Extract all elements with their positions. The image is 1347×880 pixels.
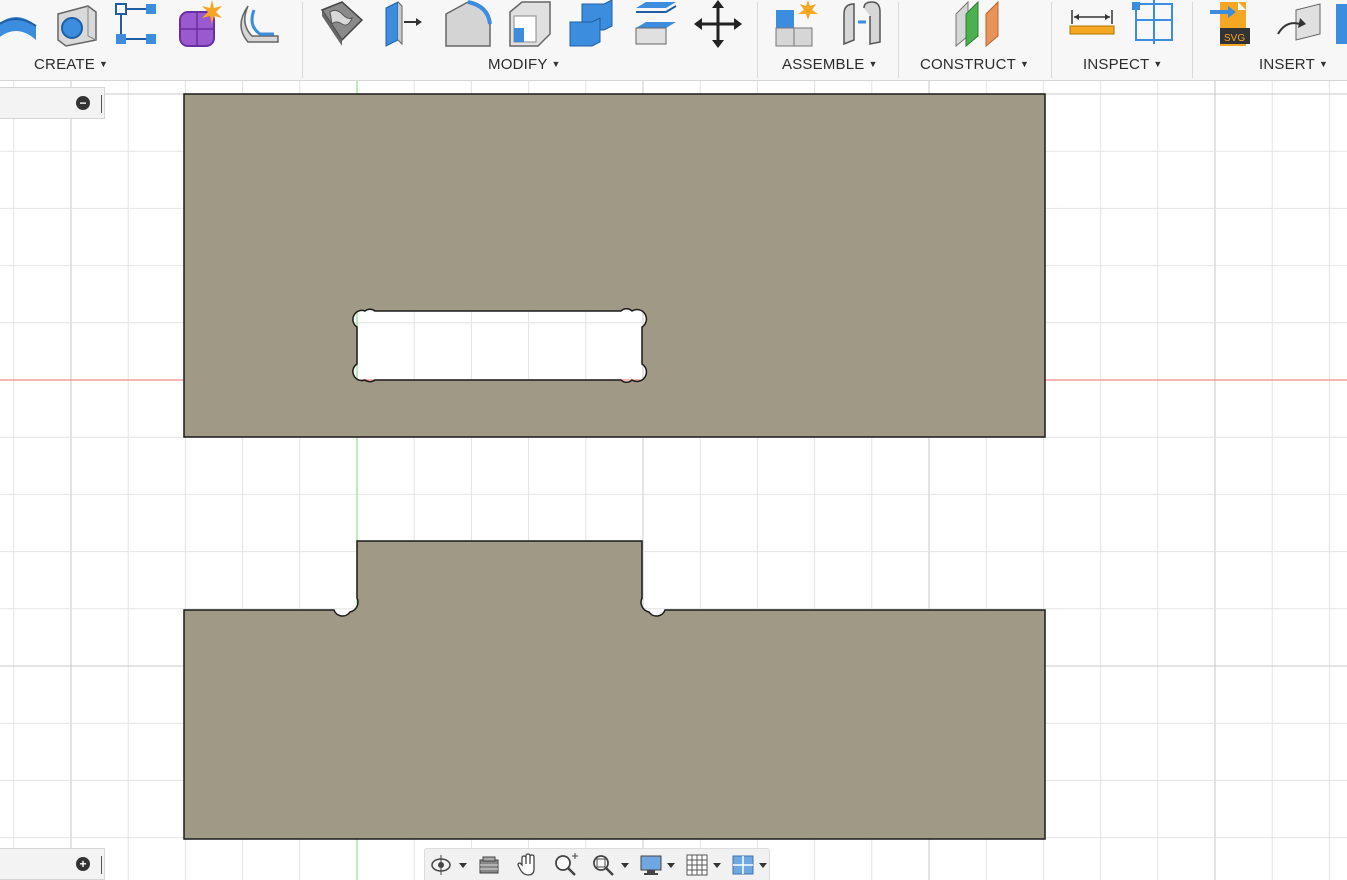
assemble-label: ASSEMBLE [782,55,865,73]
form-icon[interactable] [176,0,224,48]
toolbar: CREATE▼ MODIFY▼ ASSEMBLE▼ CONSTRUCT▼ [0,0,1347,81]
toolbar-divider [302,2,303,78]
chevron-down-icon: ▼ [1153,59,1163,69]
combine-icon[interactable] [568,0,616,48]
measure-icon[interactable] [1068,0,1116,48]
create-label: CREATE [34,55,95,73]
expand-panel-button[interactable]: + [76,857,90,871]
panel-with-slot[interactable] [183,93,1046,438]
shell-icon[interactable] [506,0,554,48]
revolve-icon[interactable] [0,0,40,48]
construct-menu[interactable]: CONSTRUCT ▼ [920,54,1029,74]
replace-face-icon[interactable] [632,0,680,48]
modify-menu[interactable]: MODIFY ▼ [488,54,561,74]
chevron-down-icon: ▼ [98,59,109,69]
assemble-menu[interactable]: ASSEMBLE ▼ [782,54,878,74]
grid-settings-icon[interactable] [685,853,725,877]
panel-with-tab[interactable] [183,540,1046,840]
press-pull-icon[interactable] [318,0,366,48]
fillet-icon[interactable] [444,0,492,48]
modify-label: MODIFY [488,55,548,73]
collapse-panel-button[interactable]: − [76,96,90,110]
rectangular-pattern-icon[interactable] [112,0,160,48]
zoom-icon[interactable] [553,853,579,877]
move-icon[interactable] [694,0,742,48]
insert-label: INSERT [1259,55,1315,73]
joint-icon[interactable] [836,0,884,48]
orbit-icon[interactable] [429,853,469,877]
toolbar-divider [1051,2,1052,78]
toolbar-divider [757,2,758,78]
design-canvas[interactable]: − [0,81,1347,880]
viewport[interactable] [0,81,1347,880]
offset-face-icon[interactable] [380,0,428,48]
insert-mesh-icon[interactable] [1334,0,1347,48]
toolbar-divider [1192,2,1193,78]
create-menu[interactable]: CREATE ▼ [34,54,108,74]
toolbar-divider [898,2,899,78]
insert-menu[interactable]: INSERT ▼ [1259,54,1328,74]
panel-grip[interactable] [101,856,102,874]
chevron-down-icon: ▼ [1019,59,1030,69]
chevron-down-icon: ▼ [868,59,878,69]
display-settings-icon[interactable] [639,853,679,877]
chevron-down-icon: ▼ [1318,59,1329,69]
offset-plane-icon[interactable] [952,0,1000,48]
hole-icon[interactable] [52,0,100,48]
insert-svg-icon[interactable]: SVG [1210,0,1258,48]
insert-derive-icon[interactable] [1276,0,1324,48]
look-at-icon[interactable] [477,853,501,877]
section-analysis-icon[interactable] [1130,0,1178,48]
panel-grip[interactable] [101,95,102,113]
construct-label: CONSTRUCT [920,55,1016,73]
browser-panel[interactable]: − [0,87,105,119]
navigation-bar [424,848,770,880]
svg-text:SVG: SVG [1224,33,1245,44]
new-component-icon[interactable] [772,0,820,48]
inspect-label: INSPECT [1083,55,1150,73]
viewports-icon[interactable] [731,853,771,877]
chevron-down-icon: ▼ [551,59,561,69]
fit-icon[interactable] [591,853,633,877]
inspect-menu[interactable]: INSPECT ▼ [1083,54,1163,74]
pan-icon[interactable] [515,853,539,877]
comments-panel[interactable]: + [0,848,105,880]
web-icon[interactable] [238,0,286,48]
